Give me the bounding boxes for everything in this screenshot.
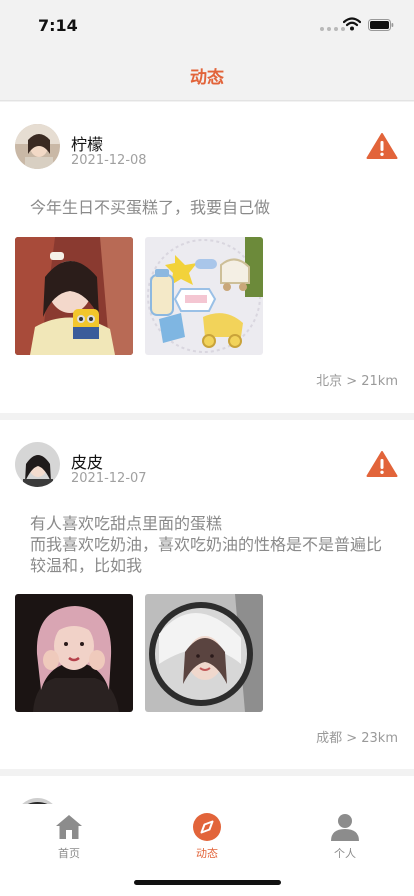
post-image[interactable] (15, 237, 133, 355)
status-time: 7:14 (38, 16, 78, 35)
status-bar: 7:14 (0, 0, 414, 48)
tab-label: 个人 (334, 847, 356, 860)
tab-label: 首页 (58, 847, 80, 860)
report-warning-icon[interactable] (366, 450, 398, 478)
post-date: 2021-12-07 (71, 471, 147, 486)
username[interactable]: 柠檬 (71, 131, 103, 155)
home-indicator[interactable] (134, 880, 281, 885)
post-card[interactable]: 皮皮 2021-12-07 有人喜欢吃甜点里面的蛋糕 而我喜欢吃奶油，喜欢吃奶油… (0, 420, 414, 769)
post-card[interactable]: 柠檬 2021-12-08 今年生日不买蛋糕了，我要自己做 北京 > 21km (0, 102, 414, 413)
post-text: 有人喜欢吃甜点里面的蛋糕 而我喜欢吃奶油，喜欢吃奶油的性格是不是普遍比较温和，比… (30, 514, 383, 575)
tab-moments[interactable]: 动态 (157, 812, 257, 862)
report-warning-icon[interactable] (366, 132, 398, 160)
wifi-icon (343, 17, 361, 31)
user-avatar[interactable] (15, 124, 60, 169)
page-title: 动态 (190, 68, 224, 88)
moments-feed[interactable]: 柠檬 2021-12-08 今年生日不买蛋糕了，我要自己做 北京 > 21km … (0, 102, 414, 804)
tab-profile[interactable]: 个人 (295, 812, 395, 862)
tab-label: 动态 (196, 847, 218, 860)
user-avatar[interactable] (15, 442, 60, 487)
post-image[interactable] (15, 594, 133, 712)
post-card[interactable] (0, 776, 414, 804)
tab-home[interactable]: 首页 (19, 812, 119, 862)
app-screen: 7:14 动态 柠檬 2021-12-08 今年生日不买蛋糕了，我要自己做 北京… (0, 0, 414, 896)
person-icon (331, 814, 359, 841)
post-image[interactable] (145, 594, 263, 712)
post-location: 北京 > 21km (316, 374, 398, 389)
navigation-bar: 动态 (0, 48, 414, 101)
compass-icon (193, 813, 221, 841)
post-text: 今年生日不买蛋糕了，我要自己做 (30, 198, 271, 217)
battery-icon (368, 19, 394, 31)
home-icon (56, 815, 82, 839)
post-date: 2021-12-08 (71, 153, 147, 168)
username[interactable]: 皮皮 (71, 449, 103, 473)
post-location: 成都 > 23km (316, 731, 398, 746)
cellular-signal-icon (320, 27, 345, 31)
post-image[interactable] (145, 237, 263, 355)
